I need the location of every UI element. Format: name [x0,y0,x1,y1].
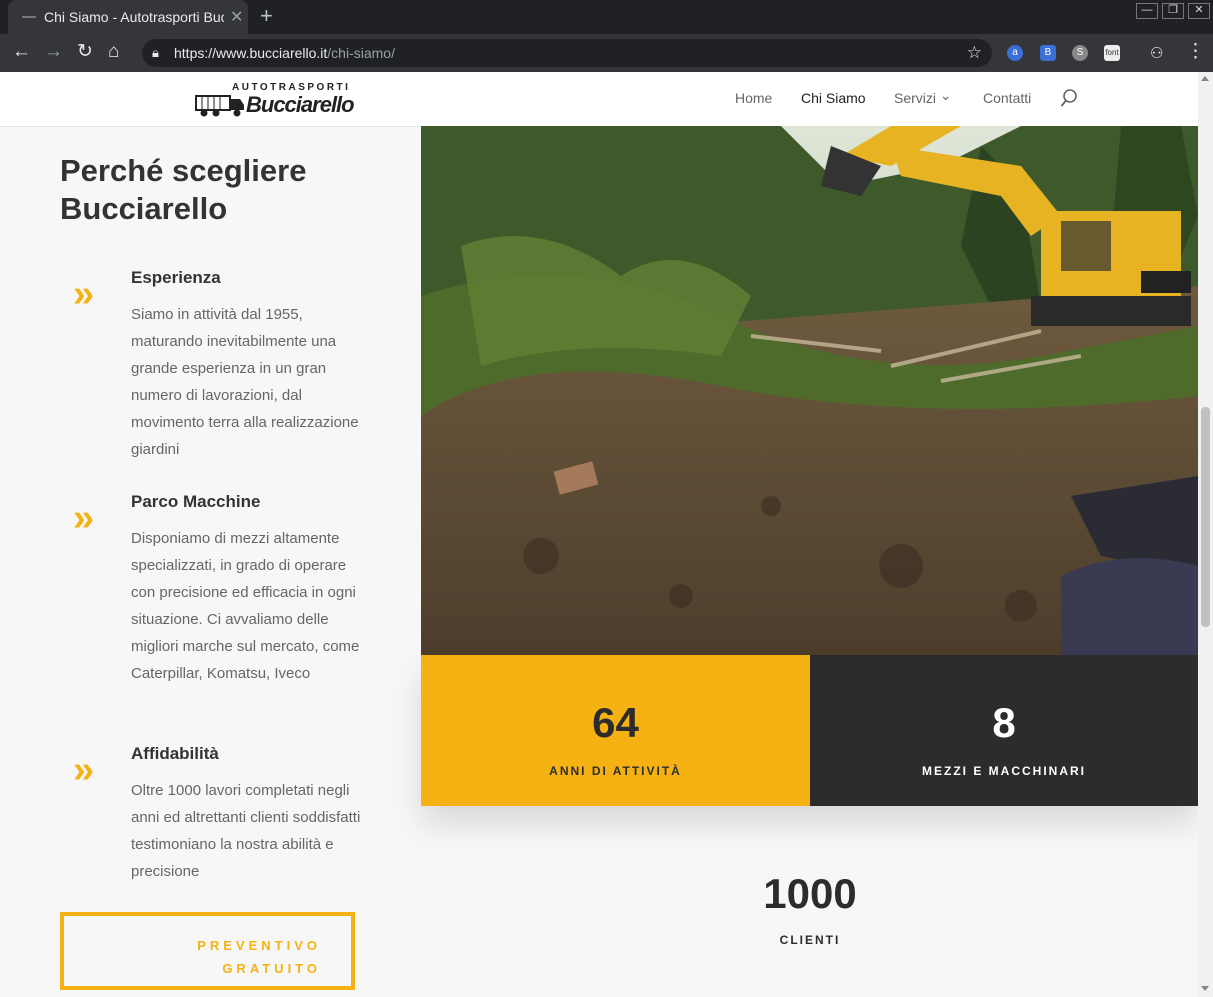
double-chevron-right-icon: » [73,273,94,315]
stat-clienti-label: CLIENTI [779,933,841,947]
restore-button[interactable]: ❐ [1162,3,1184,19]
extension-b-icon[interactable]: B [1040,45,1056,61]
forward-icon[interactable]: → [44,42,63,62]
logo-wordmark: Bucciarello [246,92,355,117]
excavator-photo [421,126,1198,655]
url-path: /chi-siamo/ [327,45,395,61]
extension-a-icon[interactable]: a [1007,45,1023,61]
photo-illustration [421,126,1198,655]
extension-font-icon[interactable]: font [1104,45,1120,61]
scroll-down-icon[interactable] [1201,986,1209,991]
feature-title-esperienza: Esperienza [131,268,221,287]
feature-text-parco-macchine: Disponiamo di mezzi altamente specializz… [131,530,360,682]
stat-mezzi-e-macchinari: 8 MEZZI E MACCHINARI [810,655,1198,806]
lock-icon: 🔒︎ [152,45,159,60]
scroll-up-icon[interactable] [1201,76,1209,81]
new-tab-button[interactable]: + [260,4,273,28]
site-logo[interactable]: AUTOTRASPORTI Bucciarello [194,82,355,122]
nav-home[interactable]: Home [735,90,772,106]
nav-servizi-label: Servizi [894,90,937,106]
home-icon[interactable]: ⌂ [108,42,119,62]
stat-clienti-number: 1000 [763,870,857,917]
address-bar[interactable]: 🔒︎ https://www.bucciarello.it/chi-siamo/… [142,39,992,67]
feature-text-esperienza: Siamo in attività dal 1955, maturando in… [131,306,359,458]
incognito-icon[interactable]: ⚇ [1150,44,1163,64]
preventivo-gratuito-button[interactable]: PREVENTIVO GRATUITO [60,912,355,990]
stat-anni-di-attivita: 64 ANNI DI ATTIVITÀ [421,655,810,806]
cta-label: PREVENTIVO GRATUITO [197,938,321,976]
reload-icon[interactable]: ↻ [77,42,93,62]
feature-text-affidabilita: Oltre 1000 lavori completati negli anni … [131,782,361,880]
tab-close-icon[interactable]: ✕ [230,7,243,27]
scroll-thumb[interactable] [1201,407,1210,627]
section-heading: Perché scegliere Bucciarello [60,153,307,226]
stat-label: MEZZI E MACCHINARI [922,764,1086,778]
stat-number: 64 [592,699,639,746]
extension-s-icon[interactable]: S [1072,45,1088,61]
favicon-icon [22,16,36,18]
url-host: https://www.bucciarello.it [174,45,328,61]
stat-label: ANNI DI ATTIVITÀ [549,764,682,778]
double-chevron-right-icon: » [73,497,94,539]
nav-chi-siamo[interactable]: Chi Siamo [801,90,866,106]
site-header: AUTOTRASPORTI Bucciarello Home Chi Siamo… [0,72,1198,126]
url-text[interactable]: https://www.bucciarello.it/chi-siamo/ [174,45,395,61]
stat-number: 8 [992,699,1016,746]
browser-tab-bar: Chi Siamo - Autotrasporti Bucciarello ✕ … [0,0,1213,34]
menu-kebab-icon[interactable]: ⋮ [1186,42,1205,62]
truck-logo-icon [195,95,244,117]
nav-contatti[interactable]: Contatti [983,90,1031,106]
browser-toolbar: ← → ↻ ⌂ 🔒︎ https://www.bucciarello.it/ch… [0,34,1213,72]
search-icon[interactable] [1060,88,1078,108]
nav-servizi[interactable]: Servizi ⌄ [894,87,952,107]
feature-title-affidabilita: Affidabilità [131,744,219,763]
double-chevron-right-icon: » [73,749,94,791]
browser-tab[interactable]: Chi Siamo - Autotrasporti Bucciarello ✕ [8,0,248,34]
page-scrollbar[interactable] [1198,72,1213,997]
close-window-button[interactable]: ✕ [1188,3,1210,19]
chevron-down-icon: ⌄ [939,87,952,103]
tab-title: Chi Siamo - Autotrasporti Bucciarello [44,9,224,25]
bookmark-star-icon[interactable]: ☆ [967,43,982,63]
back-icon[interactable]: ← [12,42,31,62]
feature-title-parco-macchine: Parco Macchine [131,492,261,511]
minimize-button[interactable]: — [1136,3,1158,19]
